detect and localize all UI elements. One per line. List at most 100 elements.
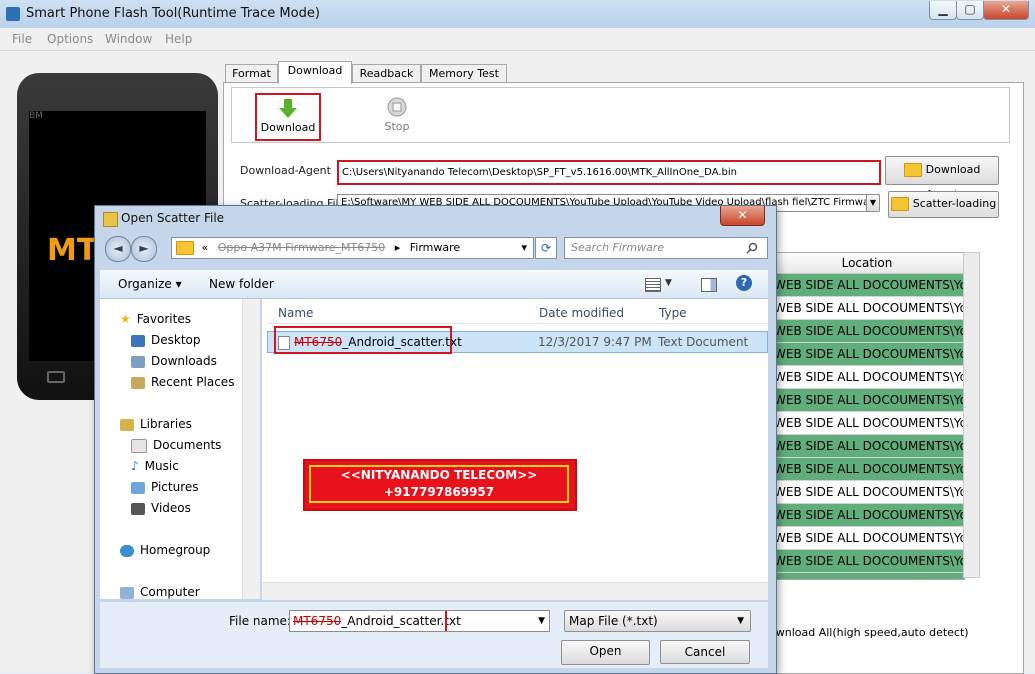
filename-dropdown-arrow[interactable]: ▼ <box>538 611 545 631</box>
table-scrollbar[interactable] <box>963 252 980 578</box>
minimize-button[interactable]: ▁ <box>929 1 957 20</box>
scatter-loading-button[interactable]: Scatter-loading <box>888 191 999 218</box>
column-header-type[interactable]: Type <box>659 306 687 320</box>
folder-icon <box>903 163 922 177</box>
view-options-icon[interactable] <box>645 278 661 292</box>
table-row[interactable]: WEB SIDE ALL DOCOUMENTS\Yo... <box>770 389 964 412</box>
watermark-line2: +917797869957 <box>383 485 495 499</box>
download-agent-button[interactable]: Download Agent <box>885 156 999 201</box>
sidebar-item-music[interactable]: ♪ Music <box>131 459 179 473</box>
window-title: Smart Phone Flash Tool(Runtime Trace Mod… <box>26 6 320 21</box>
table-row[interactable]: WEB SIDE ALL DOCOUMENTS\Yo... <box>770 320 964 343</box>
refresh-button[interactable]: ⟳ <box>535 237 557 259</box>
menu-file[interactable]: File <box>12 32 32 46</box>
scatter-dropdown-arrow[interactable]: ▼ <box>866 194 880 212</box>
download-button[interactable]: Download <box>255 93 321 141</box>
sidebar-item-favorites[interactable]: ★ Favorites <box>120 312 191 326</box>
forward-button[interactable]: ► <box>131 236 157 262</box>
cancel-button[interactable]: Cancel <box>660 640 750 664</box>
menu-help[interactable]: Help <box>165 32 192 46</box>
new-folder-button[interactable]: New folder <box>209 277 274 291</box>
folder-icon <box>176 241 194 255</box>
download-agent-field[interactable]: C:\Users\Nityanando Telecom\Desktop\SP_F… <box>337 160 881 185</box>
sidebar-item-homegroup[interactable]: Homegroup <box>120 543 210 557</box>
sidebar-item-documents[interactable]: Documents <box>131 438 221 453</box>
table-row[interactable]: WEB SIDE ALL DOCOUMENTS\Yo... <box>770 573 964 579</box>
table-row[interactable]: WEB SIDE ALL DOCOUMENTS\Yo... <box>770 550 964 573</box>
sidebar-item-label: Pictures <box>151 480 199 494</box>
recent-places-icon <box>131 376 145 389</box>
table-row[interactable]: WEB SIDE ALL DOCOUMENTS\Yo... <box>770 527 964 550</box>
sidebar-item-recent-places[interactable]: Recent Places <box>131 375 234 389</box>
dialog-app-icon <box>103 212 118 227</box>
sidebar-item-label: Computer <box>140 585 200 599</box>
filetype-dropdown-arrow[interactable]: ▼ <box>737 611 744 631</box>
address-crumb-firmware-parent[interactable]: Oppo A37M Firmware_MT6750 <box>218 241 385 254</box>
column-header-date[interactable]: Date modified <box>539 306 624 320</box>
dialog-close-button[interactable]: ✕ <box>720 206 765 226</box>
sidebar-item-label: Libraries <box>140 417 192 431</box>
view-dropdown-icon[interactable]: ▼ <box>665 278 672 288</box>
address-bar[interactable]: « Oppo A37M Firmware_MT6750 ▸ Firmware ▾ <box>171 237 534 259</box>
toolbar-box <box>231 87 1010 143</box>
address-crumb-firmware[interactable]: Firmware <box>410 241 460 254</box>
table-row[interactable]: WEB SIDE ALL DOCOUMENTS\Yo... <box>770 274 964 297</box>
address-separator: ▸ <box>394 241 401 254</box>
maximize-button[interactable]: ▢ <box>956 1 984 20</box>
sidebar-item-label: Favorites <box>136 312 191 326</box>
documents-icon <box>131 438 147 453</box>
partition-table: Location WEB SIDE ALL DOCOUMENTS\Yo... WE… <box>769 252 965 580</box>
help-icon[interactable]: ? <box>736 275 752 291</box>
file-type: Text Document <box>658 335 749 349</box>
tab-memory-test[interactable]: Memory Test <box>421 64 507 83</box>
back-button[interactable]: ◄ <box>105 236 131 262</box>
sidebar-item-videos[interactable]: Videos <box>131 501 191 515</box>
menu-window[interactable]: Window <box>105 32 152 46</box>
app-icon <box>6 7 20 21</box>
homegroup-icon <box>120 544 134 557</box>
download-mode-select[interactable]: ownload All(high speed,auto detect) <box>769 626 1022 644</box>
tab-download[interactable]: Download <box>278 61 352 84</box>
file-list-scrollbar[interactable] <box>262 582 768 600</box>
tab-readback[interactable]: Readback <box>352 64 421 83</box>
stop-button-label: Stop <box>384 120 410 133</box>
table-row[interactable]: WEB SIDE ALL DOCOUMENTS\Yo... <box>770 412 964 435</box>
navigation-scrollbar[interactable] <box>242 299 260 599</box>
sidebar-item-downloads[interactable]: Downloads <box>131 354 217 368</box>
sidebar-item-pictures[interactable]: Pictures <box>131 480 199 494</box>
filename-input[interactable]: MT6750_Android_scatter.txt ▼ <box>289 610 550 632</box>
stop-button[interactable]: Stop <box>372 95 422 135</box>
menu-options[interactable]: Options <box>47 32 93 46</box>
file-name-redacted: MT6750 <box>294 335 343 349</box>
window-titlebar: Smart Phone Flash Tool(Runtime Trace Mod… <box>0 0 1035 28</box>
table-row[interactable]: WEB SIDE ALL DOCOUMENTS\Yo... <box>770 435 964 458</box>
table-row[interactable]: WEB SIDE ALL DOCOUMENTS\Yo... <box>770 343 964 366</box>
tab-format[interactable]: Format <box>225 64 278 83</box>
preview-pane-icon[interactable] <box>701 278 717 292</box>
file-row-scatter[interactable]: MT6750_Android_scatter.txt 12/3/2017 9:4… <box>267 326 768 354</box>
address-dropdown-arrow[interactable]: ▾ <box>521 238 527 258</box>
table-row[interactable]: WEB SIDE ALL DOCOUMENTS\Yo... <box>770 481 964 504</box>
downloads-icon <box>131 355 145 368</box>
sidebar-item-desktop[interactable]: Desktop <box>131 333 201 347</box>
table-row[interactable]: WEB SIDE ALL DOCOUMENTS\Yo... <box>770 458 964 481</box>
file-date: 12/3/2017 9:47 PM <box>538 335 652 349</box>
open-button[interactable]: Open <box>561 640 650 665</box>
file-name-suffix: _Android_scatter.txt <box>342 335 462 349</box>
sidebar-item-libraries[interactable]: Libraries <box>120 417 192 431</box>
phone-brand-text: MT <box>47 233 98 268</box>
folder-icon <box>890 197 909 211</box>
sidebar-item-computer[interactable]: Computer <box>120 585 200 599</box>
close-button[interactable]: ✕ <box>983 1 1029 20</box>
address-prefix: « <box>201 241 209 254</box>
table-row[interactable]: WEB SIDE ALL DOCOUMENTS\Yo... <box>770 366 964 389</box>
column-header-name[interactable]: Name <box>278 306 313 320</box>
filetype-select[interactable]: Map File (*.txt) ▼ <box>564 610 751 632</box>
search-input[interactable]: Search Firmware <box>564 237 768 259</box>
organize-button[interactable]: Organize ▾ <box>118 277 182 291</box>
table-row[interactable]: WEB SIDE ALL DOCOUMENTS\Yo... <box>770 504 964 527</box>
table-row[interactable]: WEB SIDE ALL DOCOUMENTS\Yo... <box>770 297 964 320</box>
location-column-header[interactable]: Location <box>770 253 964 274</box>
videos-icon <box>131 502 145 515</box>
pictures-icon <box>131 481 145 494</box>
